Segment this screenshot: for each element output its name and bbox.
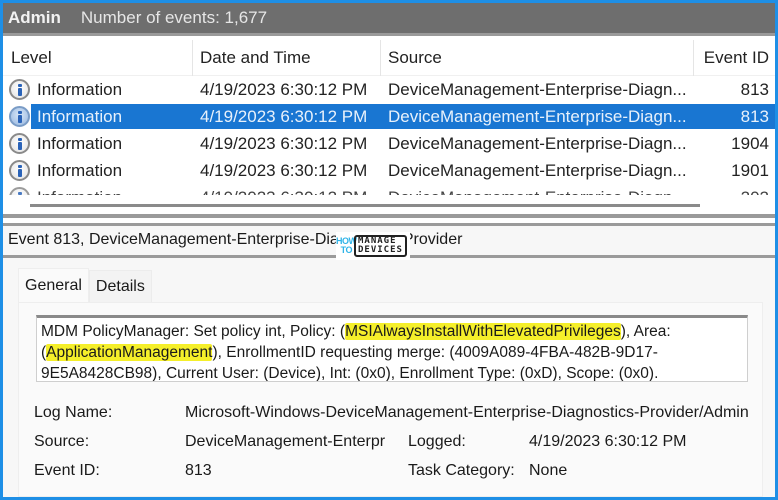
log-name: Admin	[8, 8, 61, 27]
task-category-value[interactable]: None	[529, 462, 567, 480]
column-header-date-time[interactable]: Date and Time	[200, 40, 311, 76]
log-header-bar: Admin Number of events: 1,677	[3, 3, 775, 36]
task-category-label: Task Category:	[408, 462, 515, 479]
source-value[interactable]: DeviceManagement-Enterpr	[185, 433, 395, 451]
info-icon	[9, 187, 30, 195]
tab-details[interactable]: Details	[88, 270, 152, 302]
log-name-label: Log Name:	[34, 404, 113, 421]
pane-splitter[interactable]	[3, 214, 775, 218]
cell-date-time: 4/19/2023 6:30:12 PM	[200, 184, 367, 195]
column-separator[interactable]	[693, 40, 694, 76]
logged-value[interactable]: 4/19/2023 6:30:12 PM	[529, 433, 686, 451]
tab-general[interactable]: General	[18, 268, 89, 302]
event-viewer-window: Admin Number of events: 1,677 Level Date…	[3, 3, 775, 497]
event-id-label: Event ID:	[34, 462, 100, 479]
cell-source: DeviceManagement-Enterprise-Diagn...	[388, 134, 687, 153]
cell-source: DeviceManagement-Enterprise-Diagn...	[388, 80, 687, 99]
cell-date-time: 4/19/2023 6:30:12 PM	[200, 107, 368, 126]
highlighted-policy-name: MSIAlwaysInstallWithElevatedPrivileges	[345, 323, 621, 340]
logo-manage-devices: MANAGE DEVICES	[354, 235, 407, 257]
logo-how-to: HOW TO	[336, 236, 357, 255]
cell-date-time: 4/19/2023 6:30:12 PM	[200, 80, 368, 99]
how-to-manage-devices-logo: HOW TO MANAGE DEVICES	[336, 232, 410, 260]
cell-source: DeviceManagement-Enterprise-Diagn...	[388, 107, 687, 126]
table-row[interactable]: Information 4/19/2023 6:30:12 PM DeviceMan…	[3, 157, 775, 184]
horizontal-scrollbar[interactable]	[30, 204, 700, 207]
cell-level: Information	[37, 80, 123, 99]
table-row[interactable]: Information 4/19/2023 6:30:12 PM DeviceMan…	[3, 103, 775, 130]
cell-event-id: 813	[740, 80, 769, 99]
event-id-value[interactable]: 813	[185, 462, 212, 480]
info-icon	[9, 79, 30, 100]
info-icon	[9, 160, 30, 181]
grid-header: Level Date and Time Source Event ID	[3, 40, 775, 76]
table-row[interactable]: Information 4/19/2023 6:30:12 PM DeviceMan…	[3, 76, 775, 103]
cell-source: DeviceManagement-Enterprise-Diagn...	[388, 184, 687, 195]
column-header-event-id[interactable]: Event ID	[704, 40, 769, 76]
info-icon	[9, 133, 30, 154]
general-tab-panel: MDM PolicyManager: Set policy int, Polic…	[18, 302, 763, 497]
cell-level: Information	[37, 107, 123, 126]
events-grid: Level Date and Time Source Event ID Info…	[3, 40, 775, 195]
logged-label: Logged:	[408, 433, 466, 450]
cell-event-id: 813	[740, 107, 769, 126]
info-icon	[9, 106, 30, 127]
event-message-text[interactable]: MDM PolicyManager: Set policy int, Polic…	[36, 315, 748, 382]
cell-event-id: 202	[741, 184, 769, 195]
column-separator[interactable]	[380, 40, 381, 76]
log-name-value[interactable]: Microsoft-Windows-DeviceManagement-Enter…	[185, 404, 765, 422]
cell-date-time: 4/19/2023 6:30:12 PM	[200, 161, 368, 180]
cell-date-time: 4/19/2023 6:30:12 PM	[200, 134, 368, 153]
cell-level: Information	[37, 134, 123, 153]
table-row[interactable]: Information 4/19/2023 6:30:12 PM DeviceMan…	[3, 130, 775, 157]
source-label: Source:	[34, 433, 90, 450]
column-header-level[interactable]: Level	[11, 40, 52, 76]
cell-level: Information	[37, 161, 123, 180]
event-count: Number of events: 1,677	[80, 8, 268, 27]
cell-source: DeviceManagement-Enterprise-Diagn...	[388, 161, 687, 180]
column-separator[interactable]	[192, 40, 193, 76]
cell-event-id: 1904	[731, 134, 769, 153]
event-detail-pane: Event 813, DeviceManagement-Enterprise-D…	[3, 226, 775, 497]
detail-tabs: General Details	[18, 268, 152, 302]
table-row[interactable]: Information 4/19/2023 6:30:12 PM DeviceMan…	[3, 184, 775, 195]
cell-level: Information	[37, 184, 122, 195]
column-header-source[interactable]: Source	[388, 40, 442, 76]
highlighted-area-name: ApplicationManagement	[46, 344, 213, 361]
cell-event-id: 1901	[731, 161, 769, 180]
